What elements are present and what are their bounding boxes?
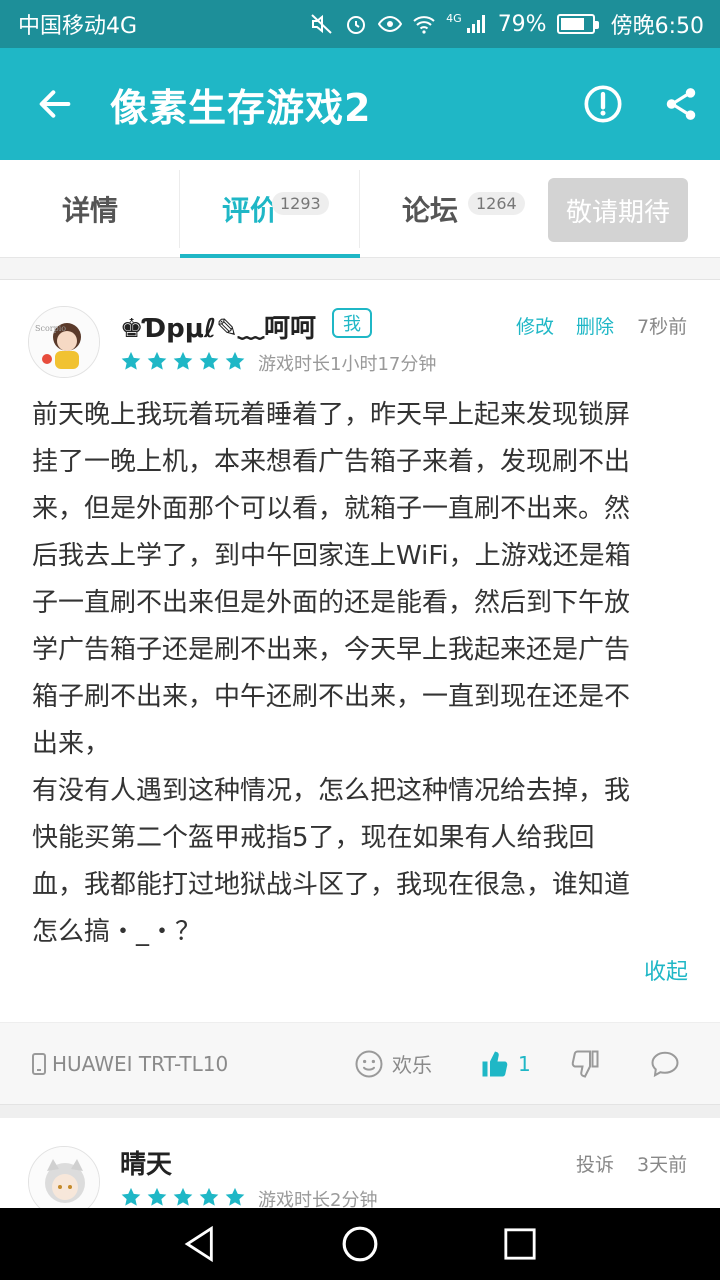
circle-home-icon [342,1226,378,1262]
star-icon [173,1187,193,1206]
wifi-icon [413,16,435,34]
coming-soon-button[interactable]: 敬请期待 [548,178,688,242]
review-text: 前天晚上我玩着玩着睡着了，昨天早上起来发现锁屏 挂了一晚上机，本来想看广告箱子来… [32,400,631,947]
eye-icon [378,15,403,33]
tab-reviews[interactable]: 评价 1293 [180,160,360,259]
page-title: 像素生存游戏2 [110,85,372,130]
section-divider [0,258,720,280]
star-icon [121,351,141,370]
review-username[interactable]: ♚Ɗpμℓ✎﹏呵呵 [120,308,316,345]
edit-link[interactable]: 修改 [516,312,554,339]
alarm-icon [347,16,366,34]
mood-button[interactable]: 欢乐 [354,1049,432,1079]
star-icon [199,1187,219,1206]
mute-icon [311,14,332,34]
mood-label: 欢乐 [392,1053,432,1077]
review-count-badge: 1293 [272,192,329,215]
review-time: 7秒前 [637,316,688,338]
smiley-icon [355,1050,383,1077]
status-bar: 中国移动4G 4G 79% 傍晚6:50 [0,0,720,48]
star-icon [147,1187,167,1206]
review-footer: HUAWEI TRT-TL10 欢乐 1 [0,1022,720,1104]
tab-label: 评价 [221,194,278,227]
battery-percent: 79% [497,11,547,37]
tab-bar: 详情 评价 1293 论坛 1264 敬请期待 [0,160,720,259]
signal-icon [466,15,485,33]
comment-icon [651,1051,679,1077]
star-icon [225,351,245,370]
playtime: 游戏时长1小时17分钟 [258,354,437,375]
triangle-back-icon [184,1225,213,1263]
delete-link[interactable]: 删除 [576,312,614,339]
nav-back-button[interactable] [170,1214,230,1274]
network-type-label: 4G [446,11,462,25]
system-nav-bar [0,1208,720,1280]
tab-forum[interactable]: 论坛 1264 [360,160,540,258]
review-username[interactable]: 晴天 [120,1144,172,1181]
nav-home-button[interactable] [330,1214,390,1274]
tab-label: 论坛 [401,194,458,227]
like-button[interactable]: 1 [480,1049,531,1079]
nav-recents-button[interactable] [490,1214,550,1274]
share-icon [666,88,696,120]
report-link[interactable]: 投诉 [576,1150,614,1177]
star-icon [147,351,167,370]
forum-count-badge: 1264 [468,192,525,215]
thumbs-down-icon [571,1050,599,1078]
report-icon [584,85,622,123]
star-icon [173,351,193,370]
star-icon [199,351,219,370]
section-divider [0,1104,720,1118]
avatar[interactable]: Scorpio [28,306,100,378]
phone-icon [32,1052,46,1075]
review-time: 3天前 [637,1154,688,1176]
star-icon [121,1187,141,1206]
star-rating [120,1186,246,1208]
square-recents-icon [504,1228,536,1260]
battery-icon [556,14,599,34]
star-rating [120,350,246,372]
me-tag: 我 [332,308,372,338]
device-name: HUAWEI TRT-TL10 [52,1051,229,1076]
dislike-button[interactable] [570,1049,600,1079]
back-button[interactable] [0,48,110,160]
title-bar: 像素生存游戏2 [0,48,720,160]
review-card: Scorpio ♚Ɗpμℓ✎﹏呵呵 我 修改 删除 7秒前 游戏时长1小时17分… [0,280,720,1022]
collapse-link[interactable]: 收起 [644,954,688,986]
report-button[interactable] [564,48,642,160]
tab-details[interactable]: 详情 [0,160,180,258]
like-count: 1 [518,1051,531,1076]
thumbs-up-icon [482,1051,508,1076]
svg-text:Scorpio: Scorpio [35,324,66,333]
carrier-label: 中国移动4G [18,14,138,39]
share-button[interactable] [642,48,720,160]
tab-label: 详情 [61,194,118,227]
star-icon [225,1187,245,1206]
review-card: 晴天 投诉 3天前 游戏时长2分钟 [0,1118,720,1218]
device-info: HUAWEI TRT-TL10 [32,1052,228,1076]
avatar-image: Scorpio [29,307,99,377]
clock: 傍晚6:50 [610,14,704,39]
comment-button[interactable] [650,1049,680,1079]
back-arrow-icon [39,90,71,118]
